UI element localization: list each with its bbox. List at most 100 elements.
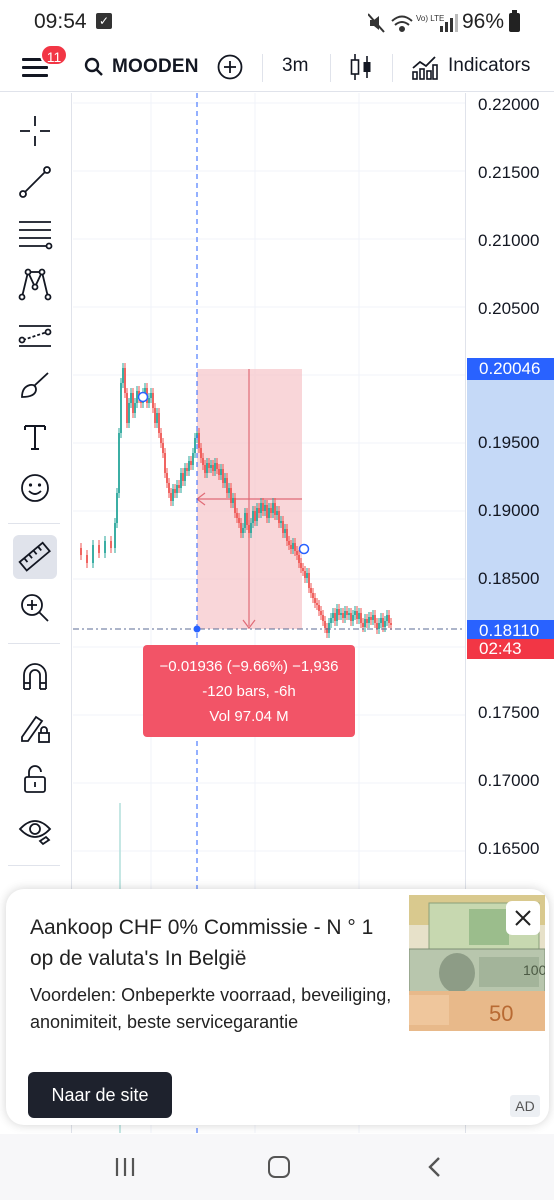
candle-body — [258, 508, 260, 513]
candle-body — [198, 433, 200, 448]
candle-body — [266, 505, 268, 518]
candle-body — [154, 408, 156, 423]
measure-price-change: −0.01936 (−9.66%) −1,936 — [159, 658, 339, 675]
status-time: 09:54 — [34, 10, 87, 33]
candle-body — [310, 588, 312, 593]
candlestick-icon[interactable] — [349, 52, 373, 82]
checkbox-notification-icon: ✓ — [96, 13, 112, 29]
forecast-icon[interactable] — [13, 313, 57, 357]
indicators-icon[interactable] — [410, 53, 438, 81]
candle-body — [208, 463, 210, 468]
candle-body — [308, 573, 310, 588]
candle-body — [156, 413, 158, 423]
candle-body — [278, 511, 280, 523]
lock-drawing-icon[interactable] — [13, 706, 57, 750]
interval-button[interactable]: 3m — [282, 55, 308, 77]
price-tick: 0.20500 — [478, 299, 540, 318]
candle-body — [374, 615, 376, 623]
ad-cta-button[interactable]: Naar de site — [28, 1072, 172, 1118]
candle-body — [390, 623, 392, 625]
unlock-icon[interactable] — [13, 757, 57, 801]
candle-body — [160, 433, 162, 443]
candle-body — [294, 543, 296, 551]
battery-percent: 96% — [462, 10, 505, 33]
candle-body — [330, 618, 332, 623]
candle-body — [298, 555, 300, 563]
eye-icon[interactable] — [13, 808, 57, 852]
candle-body — [134, 403, 136, 413]
fib-retracement-icon[interactable] — [13, 211, 57, 255]
candle-body — [164, 453, 166, 473]
candle-body — [348, 613, 350, 615]
brush-icon[interactable] — [13, 364, 57, 408]
candle-body — [280, 521, 282, 523]
symbol-label: MOODEN — [112, 56, 199, 77]
candle-body — [222, 469, 224, 483]
candle-body — [136, 391, 138, 403]
candle-body — [80, 548, 82, 555]
candle-body — [362, 623, 364, 627]
crosshair-icon[interactable] — [13, 109, 57, 153]
candle-body — [338, 609, 340, 615]
wifi-icon — [391, 15, 413, 32]
candle-body — [172, 489, 174, 501]
toolbar-divider — [262, 54, 263, 82]
back-icon[interactable] — [426, 1156, 442, 1178]
price-tick: 0.22000 — [478, 95, 540, 114]
price-tick: 0.19500 — [478, 433, 540, 452]
ruler-icon[interactable] — [13, 535, 57, 579]
candle-body — [268, 508, 270, 518]
home-icon[interactable] — [268, 1156, 290, 1178]
candle-body — [318, 605, 320, 611]
candle-body — [192, 453, 194, 465]
candle-body — [152, 393, 154, 408]
candle-body — [214, 463, 216, 471]
candle-body — [210, 465, 212, 468]
candle-body — [304, 571, 306, 578]
system-nav-bar — [0, 1134, 554, 1200]
candle-body — [244, 513, 246, 528]
trend-line-icon[interactable] — [13, 160, 57, 204]
toolbar-divider — [8, 643, 60, 644]
candle-body — [380, 618, 382, 623]
text-icon[interactable] — [13, 415, 57, 459]
candle-body — [262, 503, 264, 511]
candle-body — [116, 493, 118, 523]
add-symbol-icon[interactable] — [217, 54, 243, 80]
symbol-search-button[interactable]: MOODEN — [84, 52, 199, 82]
drawing-anchor-point — [298, 543, 310, 555]
candle-body — [212, 465, 214, 471]
candle-body — [386, 615, 388, 621]
ad-title[interactable]: Aankoop CHF 0% Commissie - N ° 1 op de v… — [30, 912, 390, 974]
candle-body — [254, 511, 256, 521]
candle-body — [346, 611, 348, 615]
lte-label: Vo) LTE — [416, 14, 444, 23]
mute-icon — [368, 13, 385, 33]
candle-body — [324, 621, 326, 628]
emoji-icon[interactable] — [13, 466, 57, 510]
status-icons: Vo) LTE — [368, 13, 458, 33]
candle-body — [242, 528, 244, 533]
candle-body — [130, 393, 132, 403]
candle-body — [270, 508, 272, 513]
candle-body — [126, 393, 128, 423]
ad-close-button[interactable] — [506, 901, 540, 935]
candle-body — [354, 611, 356, 615]
indicators-button[interactable]: Indicators — [448, 55, 530, 77]
candle-body — [104, 541, 106, 553]
pattern-icon[interactable] — [13, 262, 57, 306]
candle-body — [372, 615, 374, 620]
candle-body — [186, 468, 188, 471]
candle-body — [350, 613, 352, 621]
magnet-icon[interactable] — [13, 655, 57, 699]
price-tick: 0.21500 — [478, 163, 540, 182]
ad-banner[interactable]: Aankoop CHF 0% Commissie - N ° 1 op de v… — [6, 889, 549, 1125]
drawing-anchor-point — [137, 391, 149, 403]
recent-apps-icon[interactable] — [114, 1157, 136, 1177]
ad-label: AD — [510, 1095, 540, 1117]
candle-body — [292, 543, 294, 549]
candle-body — [168, 483, 170, 493]
zoom-in-icon[interactable] — [13, 586, 57, 630]
candle-body — [360, 613, 362, 623]
price-tick: 0.16500 — [478, 839, 540, 858]
